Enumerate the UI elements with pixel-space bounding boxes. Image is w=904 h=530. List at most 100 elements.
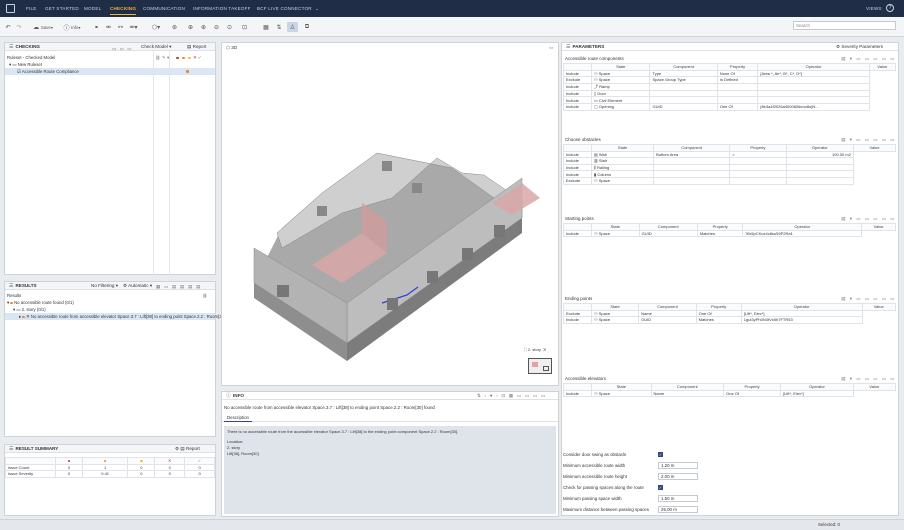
- menu-communication[interactable]: COMMUNICATION: [143, 6, 185, 11]
- param-section-tool-icons[interactable]: ▤ ▾ ▭ ▭ ▭ ▭ ▭: [841, 294, 896, 303]
- setting-checkbox[interactable]: ✓: [658, 452, 663, 457]
- param-row[interactable]: Include ▭ Civil Element: [563, 96, 896, 104]
- link-icon[interactable]: ⚭: [92, 22, 101, 32]
- menu-views[interactable]: VIEWS: [866, 6, 882, 11]
- menu-file[interactable]: FILE: [26, 6, 37, 11]
- app-logo: [6, 4, 15, 13]
- param-row[interactable]: Include ▤ Wall Bottom Area = 100.00 m2: [563, 150, 896, 159]
- result-root[interactable]: ▾ No accessible route found (0/1): [7, 299, 74, 306]
- param-section-tool-icons[interactable]: ▤ ▾ ▭ ▭ ▭ ▭ ▭: [841, 374, 896, 383]
- zoom-in-icon[interactable]: ⊕: [199, 22, 208, 32]
- info-button[interactable]: ⓘ Info ▾: [60, 22, 84, 32]
- setting-checkbox[interactable]: ✓: [658, 485, 663, 490]
- param-cell: [Lift*, Elev*]: [780, 389, 854, 398]
- help-icon[interactable]: ?: [886, 4, 894, 12]
- param-table: State Component Property Operator Value Exclu…: [563, 303, 897, 324]
- param-cell: Include: [563, 82, 592, 91]
- param-cell-text: One Of: [726, 390, 740, 396]
- param-col-header: State: [590, 303, 640, 311]
- frame-icon[interactable]: ⊡: [240, 22, 249, 32]
- summary-cell: 0: [55, 463, 83, 472]
- unlink-icon[interactable]: ⚮: [104, 22, 113, 32]
- rule-label: Accessible Route Compliance: [21, 69, 79, 74]
- param-col-header: Component: [638, 303, 697, 311]
- setting-value-input[interactable]: 1.50 m: [658, 495, 698, 502]
- tab-description[interactable]: Description: [224, 414, 252, 422]
- setting-value-input[interactable]: 2.00 m: [658, 473, 698, 480]
- param-cell-text: Matches: [699, 230, 715, 236]
- param-cell: ⚇ Space: [591, 229, 640, 238]
- param-row[interactable]: Include ⫼ Railing: [563, 163, 896, 172]
- unlink-all-icon[interactable]: ⚮▾: [128, 22, 139, 32]
- severity-parameters-button[interactable]: ⚙ Severity Parameters: [836, 43, 883, 51]
- redo-icon[interactable]: ↷: [15, 22, 23, 32]
- undo-icon[interactable]: ↶: [4, 22, 12, 32]
- param-cell: ⤴ Ramp: [590, 82, 651, 91]
- param-cell: ⚇ Space: [591, 389, 652, 398]
- viewport-3d[interactable]: ⬡ 3D ▭ ⛶ 2. story ✕: [221, 42, 559, 386]
- save-button[interactable]: ☁ Save ▾: [30, 22, 56, 32]
- report-button[interactable]: ▤ Report: [187, 43, 206, 51]
- setting-value-input[interactable]: 25.00 m: [658, 506, 698, 513]
- filter-dropdown[interactable]: No Filtering ▾: [91, 282, 118, 290]
- param-row[interactable]: Include ▥ Stair: [563, 157, 896, 165]
- check-model-button[interactable]: Check Model ▾: [141, 43, 171, 51]
- param-col-header: Operator: [757, 63, 870, 71]
- param-cell: Exclude: [563, 309, 592, 318]
- menu-more-chevron-icon[interactable]: ⌄: [315, 6, 319, 12]
- zoom-out-icon[interactable]: ⊖: [212, 22, 221, 32]
- param-row[interactable]: Include ▮ Column: [563, 170, 896, 178]
- grid-icon[interactable]: ▦: [261, 22, 271, 32]
- menu-model[interactable]: MODEL: [84, 6, 101, 11]
- param-section-title-text: Choose obstacles: [565, 137, 601, 142]
- menu-get-started[interactable]: GET STARTED: [45, 6, 79, 11]
- param-section-tool-icons[interactable]: ▤ ▾ ▭ ▭ ▭ ▭ ▭: [841, 135, 896, 144]
- param-row[interactable]: Exclude ⚇ Space Space Group Type Is Defined: [563, 76, 896, 84]
- menu-information-takeoff[interactable]: INFORMATION TAKEOFF: [193, 6, 251, 11]
- param-row[interactable]: Include ⚇ Space Type None Of [Area *, Air*, …: [563, 69, 896, 78]
- results-tool-icons[interactable]: ▦ ▭ ▤ ▤ ▤ ▤: [156, 283, 202, 291]
- tree-rule-accessible-route[interactable]: ☑ Accessible Route Compliance: [5, 68, 215, 75]
- tree-new-ruleset[interactable]: ▾ ▭ New Ruleset: [9, 61, 42, 68]
- cube-icon[interactable]: ⬡▾: [150, 22, 162, 32]
- minimap[interactable]: ⛶ 2. story ✕: [522, 347, 556, 377]
- zoom-fit-icon[interactable]: ⊕: [186, 22, 195, 32]
- summary-cell: 0: [184, 470, 215, 478]
- param-row[interactable]: Exclude ⚇ Space Name One Of [Lift*, Elev*]: [563, 309, 896, 318]
- param-section-tool-icons[interactable]: ▤ ▾ ▭ ▭ ▭ ▭ ▭: [841, 214, 896, 223]
- param-row[interactable]: Include ⚇ Space GUID Matches 1guI3yPh0N4tVx5…: [563, 316, 896, 324]
- param-row[interactable]: Include ▯ Door: [563, 89, 896, 98]
- reset-view-icon[interactable]: ⊛: [170, 22, 179, 32]
- filter-label: No Filtering: [91, 283, 115, 288]
- param-row[interactable]: Include ⤴ Ramp: [563, 82, 896, 91]
- checking-tool-icons[interactable]: ▭ ▭ ▭: [112, 45, 133, 53]
- person-view-icon[interactable]: ♙: [287, 22, 298, 32]
- menu-bcf-live-connector[interactable]: BCF LIVE CONNECTOR: [257, 6, 312, 11]
- param-cell: Include: [563, 170, 592, 178]
- title-bar: FILE GET STARTED MODEL CHECKING COMMUNIC…: [0, 0, 904, 17]
- parameters-icon: ☰: [566, 43, 571, 50]
- result-issue[interactable]: ▸ ✕ No accessible route from accessible …: [5, 313, 225, 320]
- measure-icon[interactable]: ⇅: [274, 22, 284, 32]
- results-settings-icon[interactable]: ⛓: [202, 292, 207, 299]
- result-story[interactable]: ▾ ▭ 2. story (0/1): [13, 306, 46, 313]
- param-cell: [785, 163, 854, 172]
- automatic-dropdown[interactable]: ⚙ Automatic ▾: [123, 282, 152, 290]
- search-input[interactable]: Search: [793, 21, 896, 30]
- link-all-icon[interactable]: ⚯: [116, 22, 125, 32]
- param-cell-text: Space: [598, 230, 611, 236]
- menu-checking[interactable]: CHECKING: [110, 6, 137, 15]
- layers-icon[interactable]: ⧉: [302, 22, 312, 32]
- zoom-window-icon[interactable]: ⊙: [225, 22, 234, 32]
- summary-report-button[interactable]: ⚙ ▤ Report: [175, 445, 200, 453]
- info-tool-icons[interactable]: ⇅ ‹ ● › ⊡ ▦ ▭ ▭ ▭ ▭: [477, 392, 547, 400]
- param-cell-text: Include: [566, 151, 579, 157]
- param-row[interactable]: Include ⚇ Space GUID Matches 30r5pCKuz4c8su5…: [563, 229, 896, 238]
- param-row[interactable]: Include ⚇ Space Name One Of [Lift*, Elev*]: [563, 389, 896, 398]
- param-row[interactable]: Exclude ⚇ Space: [563, 176, 896, 185]
- setting-value-input[interactable]: 1.20 m: [658, 462, 698, 469]
- param-section-title-text: Ending points: [565, 296, 593, 301]
- param-row[interactable]: Include ▢ Opening GUID One Of [8e3a4f2026a40…: [563, 102, 896, 111]
- param-cell: ▭ Civil Element: [590, 96, 651, 104]
- param-section-tool-icons[interactable]: ▤ ▾ ▭ ▭ ▭ ▭ ▭: [841, 54, 896, 63]
